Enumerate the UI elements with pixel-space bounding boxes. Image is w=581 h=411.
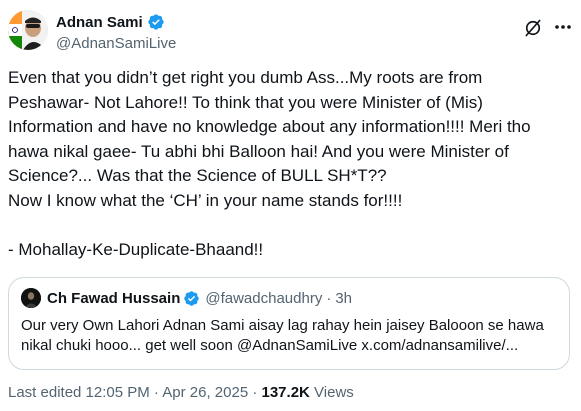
quoted-separator: · [326, 289, 332, 307]
tweet-meta: Last edited 12:05 PM · Apr 26, 2025 · 13… [8, 384, 354, 401]
author-block: Adnan Sami @AdnanSamiLive [56, 12, 176, 53]
more-options-icon[interactable] [553, 22, 573, 32]
views-count: 137.2K [261, 384, 310, 401]
grok-icon[interactable] [523, 18, 543, 38]
avatar-image [8, 10, 48, 50]
quoted-tweet-card[interactable]: Ch Fawad Hussain @fawadchaudhry · 3h Our… [8, 277, 570, 370]
verified-badge-icon [148, 14, 164, 30]
author-name[interactable]: Adnan Sami [56, 14, 143, 31]
quoted-timestamp: 3h [335, 289, 353, 307]
quoted-tweet-header: Ch Fawad Hussain @fawadchaudhry · 3h [21, 288, 352, 308]
quoted-avatar-image [21, 288, 41, 308]
views-label: Views [309, 384, 354, 401]
author-name-row: Adnan Sami [56, 12, 176, 32]
quoted-author-avatar [21, 288, 41, 308]
edited-timestamp[interactable]: Last edited 12:05 PM · Apr 26, 2025 · [8, 384, 262, 401]
quoted-author-name: Ch Fawad Hussain [47, 289, 181, 307]
tweet-text: Even that you didn’t get right you dumb … [8, 68, 531, 259]
author-handle[interactable]: @AdnanSamiLive [56, 35, 176, 52]
quoted-author-handle: @fawadchaudhry [205, 289, 323, 307]
author-avatar[interactable] [8, 10, 48, 50]
quoted-tweet-text: Our very Own Lahori Adnan Sami aisay lag… [21, 317, 544, 354]
tweet-header: Adnan Sami @AdnanSamiLive [8, 8, 573, 56]
quoted-verified-badge-icon [184, 290, 200, 306]
